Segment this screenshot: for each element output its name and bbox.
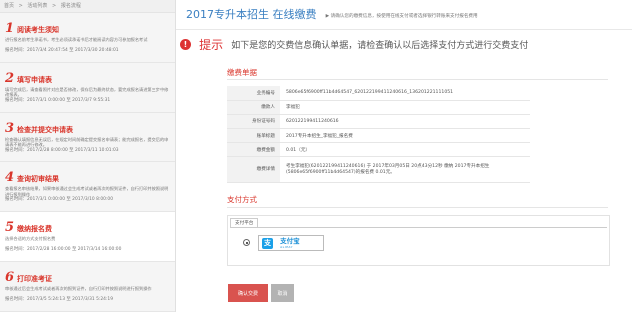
- step-description: 查看报名审核结果，如果审核通过会生成考试或者再次的报到证件，自行打印并按照说明进…: [5, 186, 169, 197]
- breadcrumb: 首页 > 活动列表 > 报名流程: [0, 0, 175, 13]
- tip-bar: ! 提示 如下是您的交费信息确认单据，请检查确认以后选择支付方式进行交费支付: [180, 34, 528, 58]
- tab-divider: [230, 227, 607, 228]
- row-key: 业务编号: [227, 86, 280, 101]
- step-description: 进行报名前考生承诺书，考生必须读承诺书后才能阅读内容方可参加报名考试: [5, 37, 148, 42]
- divider: [227, 207, 608, 208]
- alipay-radio[interactable]: [243, 239, 250, 246]
- step-title[interactable]: 缴纳报名费: [17, 224, 52, 234]
- breadcrumb-activity-list[interactable]: 活动列表: [27, 3, 47, 9]
- table-row: 缴费详情 考生李福犯(620122199411240616) 于 2017年03…: [227, 156, 530, 184]
- breadcrumb-current: 报名流程: [60, 3, 81, 9]
- step-5[interactable]: 5 缴纳报名费 选择合适的方式支付报名费 报名时间：2017/2/28 16:00…: [0, 212, 175, 262]
- row-value: 李福犯: [280, 100, 530, 115]
- alipay-option[interactable]: 支 支付宝 ALIPAY: [258, 235, 324, 251]
- tip-label: 提示: [199, 38, 224, 52]
- step-number: 4: [5, 170, 15, 186]
- breadcrumb-separator: >: [18, 3, 23, 9]
- step-title[interactable]: 填写申请表: [17, 75, 52, 85]
- table-row: 业务编号 5806e65f6900ff11b4d64547_6201221994…: [227, 86, 530, 101]
- payment-section-title: 支付方式: [227, 195, 257, 204]
- divider: [227, 79, 608, 80]
- row-value: 5806e65f6900ff11b4d64547_620122199411240…: [280, 86, 530, 101]
- table-row: 账单标题 2017专升本招生_李福犯_报名费: [227, 128, 530, 144]
- table-row: 缴费金额 0.01（元）: [227, 142, 530, 158]
- sidebar: 首页 > 活动列表 > 报名流程 1 阅读考生须知 进行报名前考生承诺书，考生必须…: [0, 0, 176, 312]
- step-time: 报名时间：2017/2/28 8:00:00 至 2017/3/11 10:01…: [5, 147, 119, 153]
- bill-section-title: 缴费单据: [227, 68, 257, 77]
- step-title[interactable]: 阅读考生须知: [17, 25, 59, 35]
- tip-text: 如下是您的交费信息确认单据，请检查确认以后选择支付方式进行交费支付: [231, 41, 529, 51]
- alipay-name-en: ALIPAY: [280, 245, 293, 249]
- table-row: 身份证号码 620122199411240616: [227, 114, 530, 130]
- step-time: 报名时间：2017/3/1 0:00:00 至 2017/3/7 9:55:31: [5, 97, 111, 103]
- row-key: 缴费金额: [227, 142, 280, 158]
- row-key: 缴费详情: [227, 156, 280, 184]
- step-title[interactable]: 打印准考证: [17, 274, 52, 284]
- step-time: 报名时间：2017/2/28 16:00:00 至 2017/3/14 16:0…: [5, 247, 122, 253]
- payment-panel: 支付平台 支 支付宝 ALIPAY: [227, 215, 610, 266]
- bill-table: 业务编号 5806e65f6900ff11b4d64547_6201221994…: [227, 86, 530, 184]
- alipay-name: 支付宝: [280, 237, 300, 245]
- page-notice-text: 请确认您的缴费信息，按使用在线支付或者选择银行转账来支付报名费用: [330, 14, 478, 19]
- step-1[interactable]: 1 阅读考生须知 进行报名前考生承诺书，考生必须读承诺书后才能阅读内容方可参加报名…: [0, 13, 175, 63]
- alipay-wordmark: 支付宝 ALIPAY: [280, 237, 300, 249]
- step-time: 报名时间：2017/3/4 20:47:54 至 2017/3/30 20:48…: [5, 48, 119, 53]
- step-title[interactable]: 查询初审结果: [17, 174, 59, 184]
- step-4[interactable]: 4 查询初审结果 查看报名审核结果，如果审核通过会生成考试或者再次的报到证件，自行…: [0, 162, 175, 213]
- row-value: 2017专升本招生_李福犯_报名费: [280, 128, 530, 144]
- step-description: 审核通过后会生成考试或者再次的报到证件，自行打印并按照说明进行报到操作: [5, 285, 152, 291]
- main-content: 2017专升本招生 在线缴费 ▶ 请确认您的缴费信息，按使用在线支付或者选择银行…: [176, 0, 632, 312]
- breadcrumb-separator: >: [52, 3, 57, 9]
- step-description: 填写完成后，请查看照片对应是否修改，保存后为最终状态，要完成报名请进第三步中修改…: [5, 86, 169, 98]
- cancel-button[interactable]: 取消: [271, 284, 294, 302]
- page-header: 2017专升本招生 在线缴费 ▶ 请确认您的缴费信息，按使用在线支付或者选择银行…: [176, 0, 632, 30]
- row-key: 账单标题: [227, 128, 280, 144]
- step-title[interactable]: 检查并提交申请表: [17, 125, 73, 135]
- table-row: 缴款人 李福犯: [227, 100, 530, 115]
- step-6[interactable]: 6 打印准考证 审核通过后会生成考试或者再次的报到证件，自行打印并按照说明进行报到…: [0, 262, 175, 312]
- breadcrumb-home[interactable]: 首页: [4, 3, 14, 9]
- row-value: 620122199411240616: [280, 114, 530, 130]
- page-notice: ▶ 请确认您的缴费信息，按使用在线支付或者选择银行转账来支付报名费用: [325, 14, 478, 19]
- alert-icon: !: [180, 39, 191, 50]
- step-number: 2: [5, 70, 15, 86]
- row-value: 0.01（元）: [280, 142, 530, 158]
- page-title: 2017专升本招生 在线缴费: [186, 8, 317, 21]
- step-time: 报名时间：2017/3/1 0:00:00 至 2017/3/10 8:00:0…: [5, 197, 114, 203]
- row-key: 身份证号码: [227, 114, 280, 130]
- step-number: 5: [5, 220, 15, 236]
- row-key: 缴款人: [227, 100, 280, 115]
- row-value: 考生李福犯(620122199411240616) 于 2017年03月05日 …: [280, 156, 530, 184]
- step-number: 1: [5, 21, 15, 36]
- step-number: 3: [5, 120, 15, 136]
- step-description: 选择合适的方式支付报名费: [5, 236, 56, 242]
- tab-payment-platform[interactable]: 支付平台: [230, 218, 259, 227]
- step-number: 6: [5, 269, 15, 285]
- alipay-icon: 支: [262, 238, 273, 249]
- confirm-payment-button[interactable]: 确认交费: [228, 284, 268, 302]
- step-description: 检查确认填报信息无误后，在规定时间前确定提交报名申请表；能完成报名，提交后的申请…: [5, 136, 169, 148]
- step-3[interactable]: 3 检查并提交申请表 检查确认填报信息无误后，在规定时间前确定提交报名申请表；能完…: [0, 113, 175, 163]
- step-2[interactable]: 2 填写申请表 填写完成后，请查看照片对应是否修改，保存后为最终状态，要完成报名请…: [0, 63, 175, 113]
- step-time: 报名时间：2017/3/5 5:24:13 至 2017/3/31 5:24:1…: [5, 296, 114, 302]
